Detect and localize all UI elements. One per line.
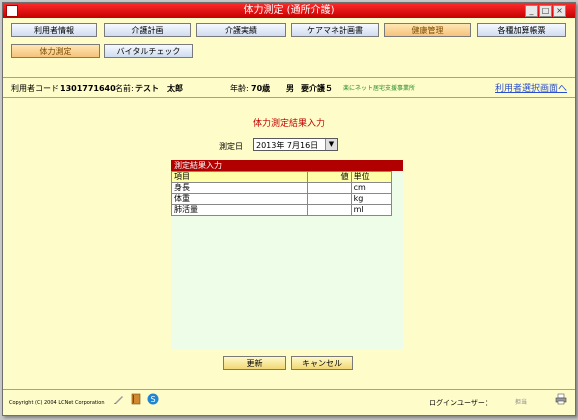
- row-item: 肺活量: [170, 204, 309, 216]
- row-item: 身長: [170, 182, 309, 194]
- chevron-down-icon[interactable]: ▼: [325, 139, 337, 150]
- maximize-icon[interactable]: □: [539, 5, 552, 17]
- login-user-value: 担当: [515, 399, 528, 406]
- nav-care-record[interactable]: 介護実績: [196, 23, 286, 37]
- col-value: 値: [307, 171, 352, 183]
- user-gender: 男: [286, 84, 294, 93]
- user-code-label: 利用者コード :: [11, 84, 65, 93]
- sub-nav: 体力測定 バイタルチェック: [3, 43, 575, 63]
- nav-health-management[interactable]: 健康管理: [384, 23, 471, 37]
- cancel-button[interactable]: キャンセル: [291, 356, 353, 370]
- divider: [3, 77, 575, 78]
- user-info-bar: 利用者コード : 1301771640 名前: テスト 太郎 年齢: 70歳 男…: [3, 81, 575, 97]
- date-label: 測定日: [219, 142, 243, 151]
- pen-icon[interactable]: [113, 393, 125, 405]
- row-item: 体重: [170, 193, 309, 205]
- results-table: 項目 値 単位 身長 cm 体重 kg 肺活量 ml: [170, 171, 393, 216]
- nav-user-info[interactable]: 利用者情報: [11, 23, 97, 37]
- user-name-label: 名前:: [115, 84, 134, 93]
- table-row: 体重 kg: [170, 193, 393, 205]
- user-care-level: 要介護５: [301, 84, 333, 93]
- user-age: 70歳: [251, 84, 271, 93]
- table-row: 身長 cm: [170, 182, 393, 194]
- close-icon[interactable]: ×: [553, 5, 566, 17]
- book-icon[interactable]: [130, 393, 142, 405]
- row-value-input[interactable]: [307, 193, 352, 205]
- svg-text:S: S: [150, 395, 155, 404]
- app-icon: [6, 5, 18, 17]
- nav-additional-reports[interactable]: 各種加算帳票: [477, 23, 566, 37]
- col-item: 項目: [170, 171, 309, 183]
- table-row: 肺活量 ml: [170, 204, 393, 216]
- subnav-vital-check[interactable]: バイタルチェック: [104, 44, 193, 58]
- user-select-link[interactable]: 利用者選択画面へ: [495, 81, 567, 97]
- printer-icon[interactable]: [555, 393, 567, 405]
- update-button[interactable]: 更新: [223, 356, 286, 370]
- row-unit: kg: [350, 193, 393, 205]
- nav-care-plan[interactable]: 介護計画: [104, 23, 191, 37]
- divider: [3, 389, 575, 390]
- results-panel: 測定結果入力 項目 値 単位 身長 cm 体重 kg 肺活量 ml: [170, 160, 403, 349]
- user-name: テスト 太郎: [135, 84, 183, 93]
- subnav-fitness-test[interactable]: 体力測定: [11, 44, 100, 58]
- col-unit: 単位: [350, 171, 393, 183]
- copyright: Copyright (C) 2004 LCNet Corporation: [9, 400, 105, 406]
- minimize-icon[interactable]: _: [525, 5, 538, 17]
- app-window: 体力測定 (通所介護) _ □ × 利用者情報 介護計画 介護実績 ケアマネ計画…: [2, 2, 576, 416]
- date-select[interactable]: 2013年 7月16日 ▼: [253, 138, 338, 151]
- row-value-input[interactable]: [307, 182, 352, 194]
- user-age-label: 年齢:: [230, 84, 249, 93]
- skype-icon[interactable]: S: [147, 393, 159, 405]
- row-value-input[interactable]: [307, 204, 352, 216]
- row-unit: cm: [350, 182, 393, 194]
- date-value: 2013年 7月16日: [256, 141, 319, 150]
- main-nav: 利用者情報 介護計画 介護実績 ケアマネ計画書 健康管理 各種加算帳票: [3, 20, 575, 42]
- window-title: 体力測定 (通所介護): [243, 5, 335, 16]
- divider: [3, 97, 575, 98]
- table-header-row: 項目 値 単位: [170, 171, 393, 183]
- page-title: 体力測定結果入力: [252, 119, 325, 129]
- results-header: 測定結果入力: [171, 160, 403, 171]
- user-code: 1301771640: [60, 84, 116, 93]
- title-bar: 体力測定 (通所介護) _ □ ×: [3, 3, 575, 18]
- login-user-label: ログインユーザー：: [429, 399, 492, 407]
- row-unit: ml: [350, 204, 393, 216]
- nav-caremanager-plan[interactable]: ケアマネ計画書: [291, 23, 379, 37]
- office-name: 楽にネット居宅支援事業所: [343, 85, 416, 92]
